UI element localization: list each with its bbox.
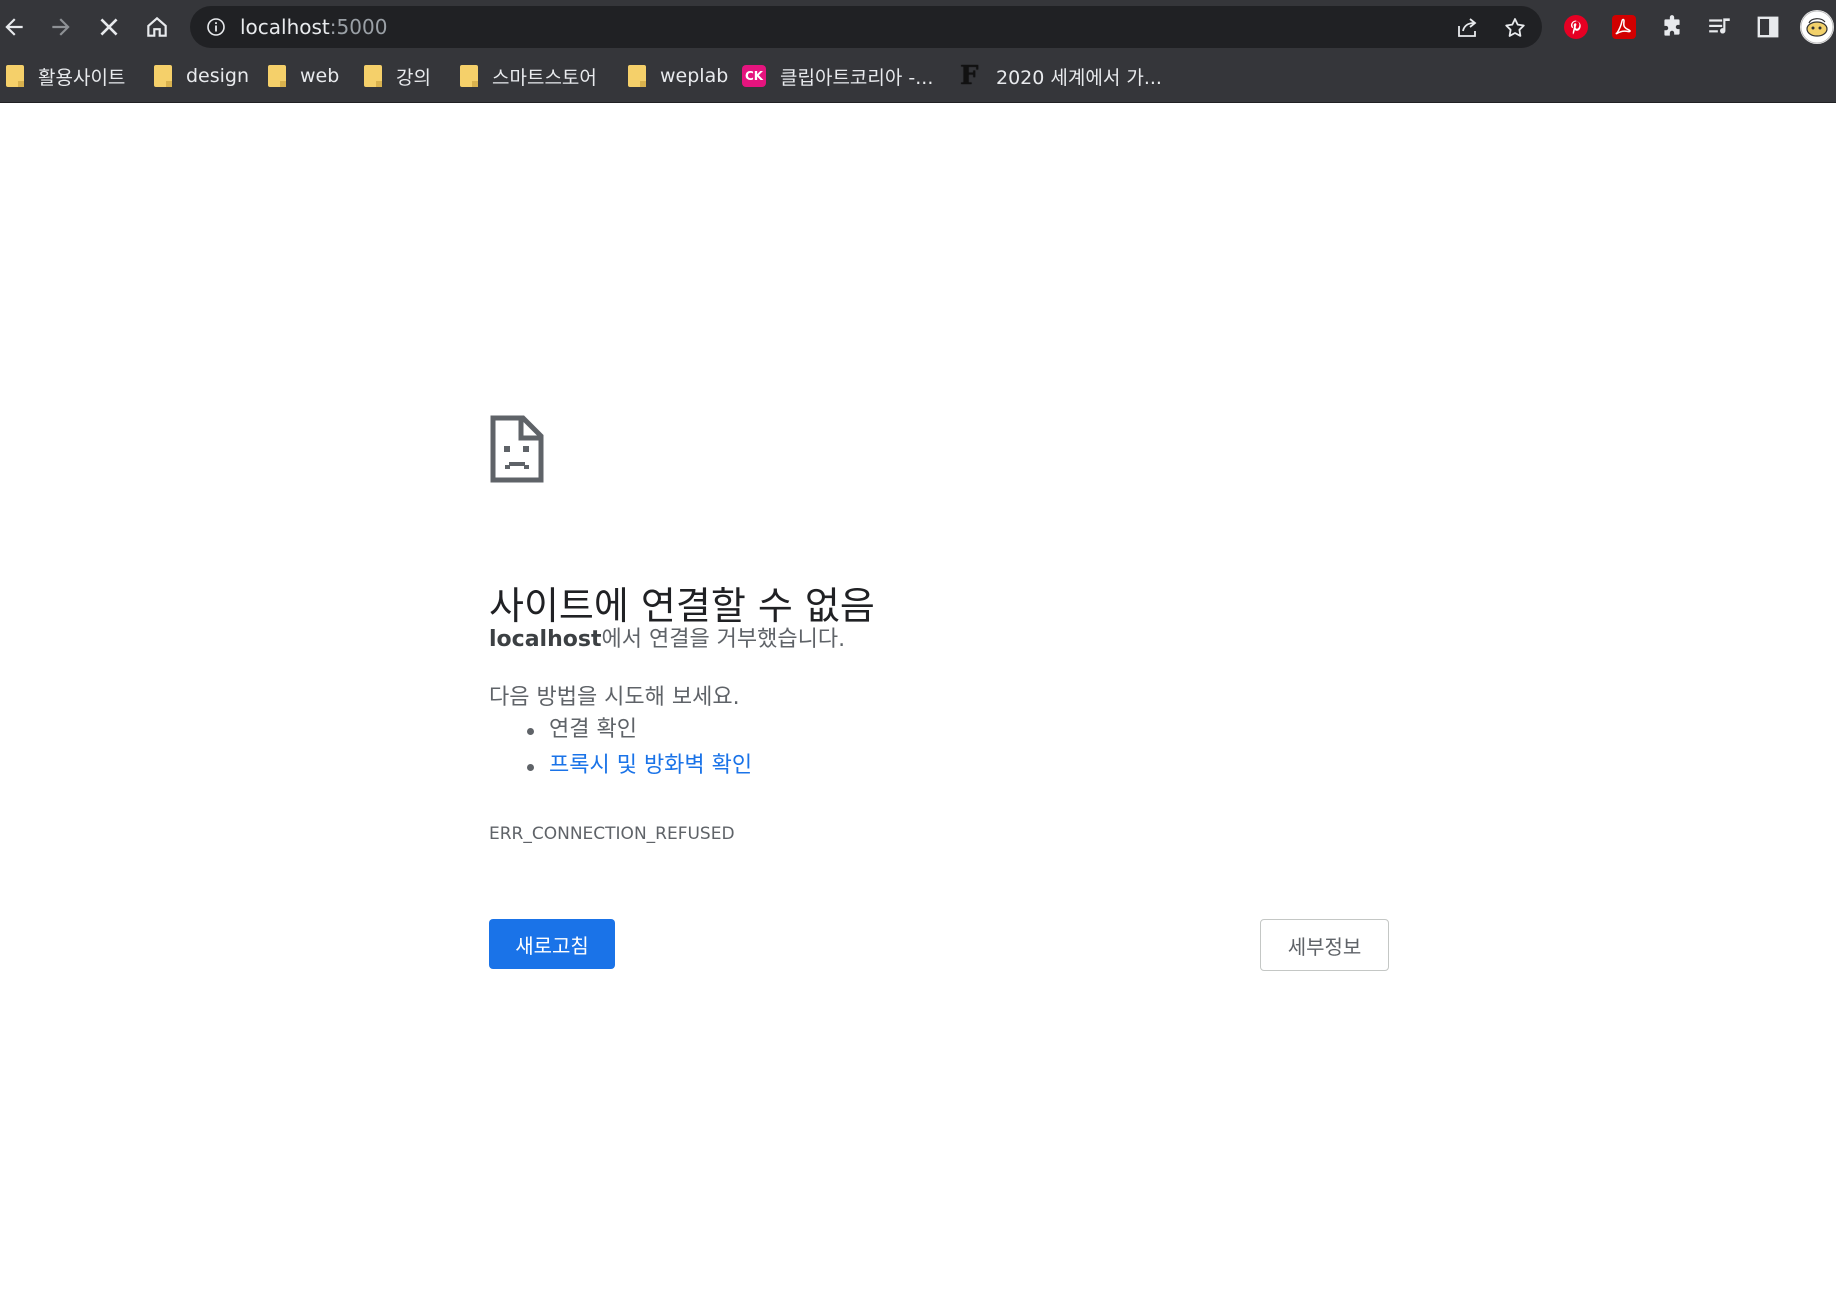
profile-avatar-button[interactable] [1800,10,1834,44]
bookmark-folder-활용사이트[interactable]: 활용사이트 [6,54,125,98]
url-text[interactable]: localhost:5000 [240,6,387,48]
bookmark-label: weplab [660,65,729,87]
folder-icon [268,65,286,87]
bookmark-folder-web[interactable]: web [268,54,339,98]
details-button[interactable]: 세부정보 [1260,919,1389,971]
home-icon [147,16,167,37]
bookmark-label: 강의 [396,66,431,89]
forward-button[interactable] [41,7,81,47]
bookmark-folder-lecture[interactable]: 강의 [364,54,431,98]
bookmark-star-icon[interactable] [1503,16,1527,40]
check-proxy-firewall-link[interactable]: 프록시 및 방화벽 확인 [549,753,752,778]
bookmark-folder-smartstore[interactable]: 스마트스토어 [460,54,597,98]
bookmark-label: 스마트스토어 [492,66,597,89]
side-panel-icon [1757,16,1779,38]
bookmark-label: web [300,65,340,87]
stop-loading-button[interactable] [89,7,129,47]
try-suggestions-heading: 다음 방법을 시도해 보세요. [489,685,740,710]
info-icon[interactable] [206,17,226,37]
error-code: ERR_CONNECTION_REFUSED [489,824,735,844]
error-host: localhost [489,627,602,652]
error-description-text: 에서 연결을 거부했습니다. [601,627,846,652]
side-panel-button[interactable] [1753,12,1783,42]
url-port: :5000 [329,15,388,39]
close-icon [100,18,118,36]
bookmark-label: 활용사이트 [38,66,126,89]
bookmark-folder-weplab[interactable]: weplab [628,54,728,98]
playlist-music-icon [1709,18,1730,34]
acrobat-pdf-icon [1612,15,1636,39]
bookmark-clipartkorea[interactable]: CK 클립아트코리아 -... [742,54,933,98]
folder-icon [364,65,382,87]
url-host: localhost [240,15,330,39]
suggestion-check-connection: 연결 확인 [526,712,752,748]
browser-toolbar: localhost:5000 [0,0,1836,54]
folder-icon [628,65,646,87]
puzzle-piece-icon [1664,15,1680,36]
clipartkorea-logo-icon: CK [742,65,766,87]
pinterest-extension-button[interactable] [1561,12,1591,42]
address-bar[interactable]: localhost:5000 [190,6,1542,48]
extensions-button[interactable] [1657,12,1687,42]
media-control-button[interactable] [1705,12,1735,42]
forward-arrow-icon [52,18,70,36]
bookmark-label: design [186,65,250,87]
back-button[interactable] [0,7,34,47]
share-icon[interactable] [1455,16,1479,40]
acrobat-extension-button[interactable] [1609,12,1639,42]
sad-page-icon [490,415,544,483]
bookmark-label: 2020 세계에서 가... [996,66,1162,89]
bookmark-folder-design[interactable]: design [154,54,249,98]
folder-icon [154,65,172,87]
back-arrow-icon [5,18,23,36]
error-description: localhost에서 연결을 거부했습니다. [489,621,845,653]
profile-avatar-icon [1800,10,1834,44]
bookmarks-bar: 활용사이트 design web 강의 스마트스토어 weplab CK 클립아… [0,54,1836,103]
suggestion-check-proxy-firewall: 프록시 및 방화벽 확인 [526,748,752,784]
bookmark-2020-world[interactable]: F 2020 세계에서 가... [960,54,1162,98]
suggestions-list: 연결 확인 프록시 및 방화벽 확인 [489,712,752,784]
folder-icon [6,65,24,87]
f-logo-icon: F [960,61,979,91]
home-button[interactable] [137,7,177,47]
bookmark-label: 클립아트코리아 -... [780,66,934,89]
folder-icon [460,65,478,87]
pinterest-icon [1564,15,1588,39]
reload-button[interactable]: 새로고침 [489,919,615,969]
